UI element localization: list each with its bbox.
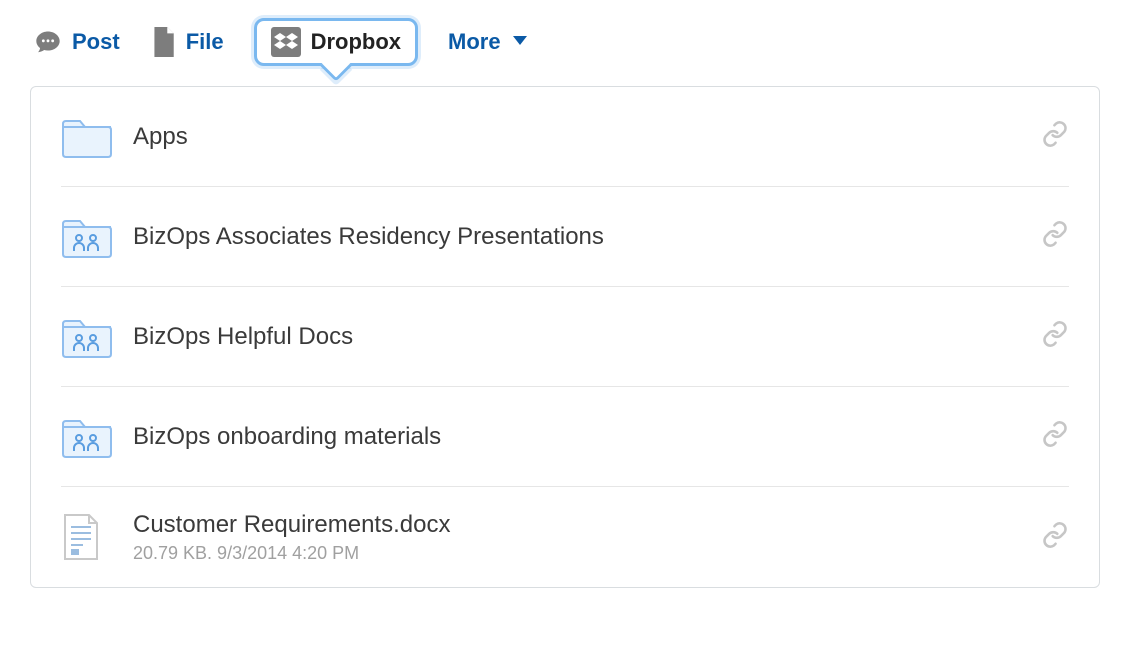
list-item-name: BizOps Helpful Docs bbox=[133, 323, 1021, 351]
list-item[interactable]: Customer Requirements.docx 20.79 KB. 9/3… bbox=[61, 487, 1069, 587]
chevron-down-icon bbox=[513, 33, 527, 51]
link-button[interactable] bbox=[1021, 320, 1069, 353]
list-item-body: BizOps Associates Residency Presentation… bbox=[117, 223, 1021, 251]
list-item-body: Apps bbox=[117, 123, 1021, 151]
dropbox-file-panel: Apps BizOps Associates Residency Present… bbox=[30, 86, 1100, 588]
file-tab-label: File bbox=[186, 29, 224, 55]
list-item-name: BizOps onboarding materials bbox=[133, 423, 1021, 451]
file-icon bbox=[150, 27, 176, 57]
list-item-body: BizOps Helpful Docs bbox=[117, 323, 1021, 351]
post-tab-label: Post bbox=[72, 29, 120, 55]
shared-folder-icon bbox=[61, 216, 117, 258]
link-button[interactable] bbox=[1021, 521, 1069, 554]
list-item-name: Customer Requirements.docx bbox=[133, 511, 1021, 539]
post-tab[interactable]: Post bbox=[34, 28, 120, 56]
dropbox-tab[interactable]: Dropbox bbox=[254, 18, 418, 66]
list-item[interactable]: BizOps Associates Residency Presentation… bbox=[61, 187, 1069, 287]
shared-folder-icon bbox=[61, 416, 117, 458]
list-item-name: BizOps Associates Residency Presentation… bbox=[133, 223, 1021, 251]
list-item-body: Customer Requirements.docx 20.79 KB. 9/3… bbox=[117, 511, 1021, 564]
document-icon bbox=[61, 513, 117, 561]
more-tab[interactable]: More bbox=[448, 29, 527, 55]
shared-folder-icon bbox=[61, 316, 117, 358]
folder-icon bbox=[61, 116, 117, 158]
more-tab-label: More bbox=[448, 29, 501, 55]
compose-toolbar: Post File Dropbox More bbox=[30, 10, 1100, 66]
list-item[interactable]: Apps bbox=[61, 87, 1069, 187]
link-button[interactable] bbox=[1021, 120, 1069, 153]
dropbox-icon bbox=[271, 27, 301, 57]
list-item-name: Apps bbox=[133, 123, 1021, 151]
link-button[interactable] bbox=[1021, 220, 1069, 253]
dropbox-tab-label: Dropbox bbox=[311, 29, 401, 55]
list-item-meta: 20.79 KB. 9/3/2014 4:20 PM bbox=[133, 543, 1021, 564]
file-tab[interactable]: File bbox=[150, 27, 224, 57]
list-item-body: BizOps onboarding materials bbox=[117, 423, 1021, 451]
list-item[interactable]: BizOps Helpful Docs bbox=[61, 287, 1069, 387]
link-button[interactable] bbox=[1021, 420, 1069, 453]
speech-bubble-icon bbox=[34, 28, 62, 56]
list-item[interactable]: BizOps onboarding materials bbox=[61, 387, 1069, 487]
